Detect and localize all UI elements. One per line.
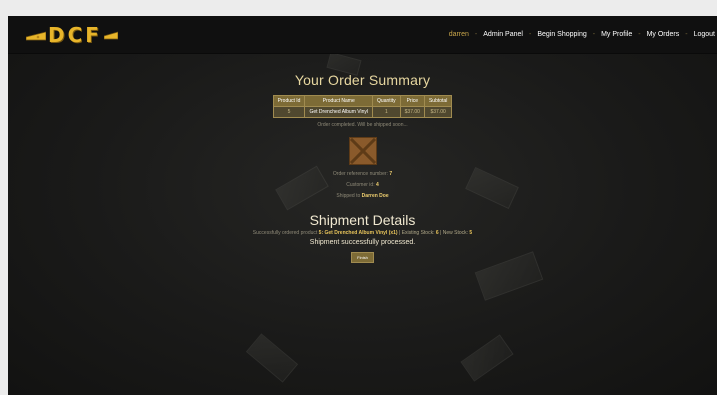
column-header: Price bbox=[399, 95, 425, 107]
order-status-note: Order completed. Will be shipped soon... bbox=[317, 122, 408, 128]
nav-my-orders[interactable]: My Orders bbox=[647, 31, 680, 38]
ordered-quantity: (x1) bbox=[388, 230, 398, 236]
table-header-row: Product Id Product Name Quantity Price S… bbox=[272, 95, 453, 107]
nav-separator: - bbox=[685, 31, 688, 38]
column-header: Product Id bbox=[272, 95, 306, 107]
ordered-label: Successfully ordered product bbox=[252, 230, 318, 236]
nav-separator: - bbox=[474, 31, 478, 38]
money-bill-decoration bbox=[460, 334, 514, 382]
existing-stock-value: 6 bbox=[435, 230, 439, 236]
shipped-to: Shipped to Darren Doe bbox=[8, 193, 717, 199]
existing-stock-label: | Existing Stock: bbox=[399, 230, 435, 236]
column-header: Quantity bbox=[372, 95, 401, 107]
shipment-title: Shipment Details bbox=[309, 212, 416, 228]
brand-logo[interactable]: DCF bbox=[26, 22, 118, 48]
cheese-icon bbox=[103, 31, 118, 40]
brand-text: DCF bbox=[48, 23, 102, 47]
order-reference-label: Order reference number: bbox=[332, 171, 388, 177]
subtotal-cell: $37.00 bbox=[423, 106, 453, 118]
table-row: 5 Get Drenched Album Vinyl 1 $37.00 $37.… bbox=[272, 106, 453, 118]
product-id-cell: 5 bbox=[272, 106, 306, 118]
nav-separator: - bbox=[592, 31, 596, 38]
column-header: Product Name bbox=[304, 95, 374, 107]
shipment-summary-line: Successfully ordered product 5: Get Dren… bbox=[8, 230, 717, 236]
money-bill-decoration bbox=[245, 333, 299, 383]
main-content: Your Order Summary Product Id Product Na… bbox=[8, 53, 717, 264]
order-table: Product Id Product Name Quantity Price S… bbox=[272, 95, 453, 118]
order-reference: Order reference number: 7 bbox=[8, 171, 717, 177]
page-background: DCF darren - Admin Panel - Begin Shoppin… bbox=[8, 16, 717, 395]
new-stock-value: 5 bbox=[469, 230, 473, 236]
page-title: Your Order Summary bbox=[294, 72, 431, 88]
price-cell: $37.00 bbox=[399, 106, 425, 118]
order-reference-value: 7 bbox=[389, 171, 393, 177]
finish-button[interactable]: Finish bbox=[351, 252, 374, 263]
nav-admin-panel[interactable]: Admin Panel bbox=[483, 31, 523, 38]
nav-my-profile[interactable]: My Profile bbox=[601, 31, 632, 38]
shipped-to-value: Darren Doe bbox=[361, 193, 389, 199]
customer-id-label: Customer id: bbox=[346, 182, 375, 188]
ordered-product: 5: Get Drenched Album Vinyl bbox=[318, 230, 388, 236]
shipping-crate-icon bbox=[348, 137, 377, 165]
customer-id-value: 4 bbox=[375, 182, 379, 188]
nav-separator: - bbox=[528, 31, 532, 38]
customer-id: Customer id: 4 bbox=[8, 182, 717, 188]
nav-logout[interactable]: Logout bbox=[694, 31, 715, 38]
nav-menu: darren - Admin Panel - Begin Shopping - … bbox=[449, 16, 717, 53]
product-name-cell: Get Drenched Album Vinyl bbox=[304, 106, 374, 118]
navbar: DCF darren - Admin Panel - Begin Shoppin… bbox=[8, 16, 717, 54]
nav-begin-shopping[interactable]: Begin Shopping bbox=[537, 31, 586, 38]
column-header: Subtotal bbox=[423, 95, 453, 107]
nav-separator: - bbox=[638, 31, 641, 38]
cheese-icon bbox=[26, 31, 46, 41]
shipped-to-label: Shipped to bbox=[336, 193, 361, 199]
nav-user[interactable]: darren bbox=[449, 31, 469, 38]
shipment-success-message: Shipment successfully processed. bbox=[309, 239, 416, 246]
new-stock-label: | New Stock: bbox=[440, 230, 469, 236]
quantity-cell: 1 bbox=[372, 106, 401, 118]
